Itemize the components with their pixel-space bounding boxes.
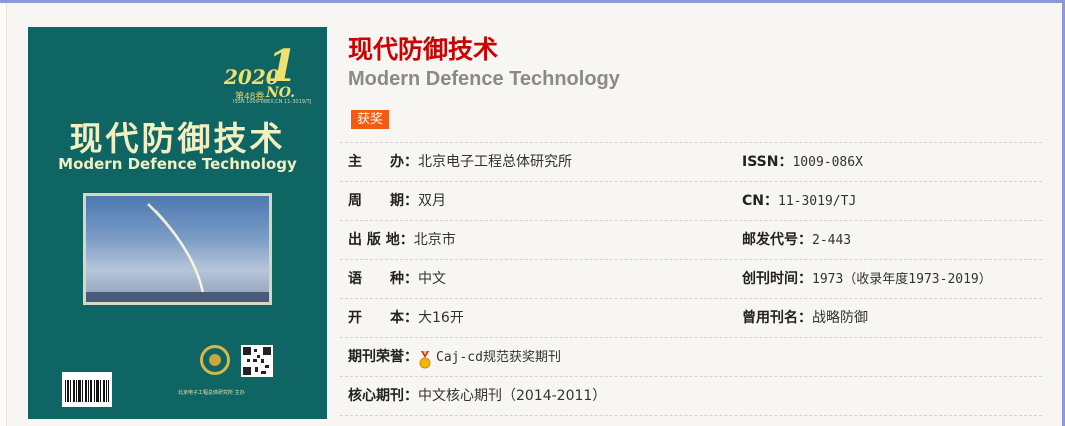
format-value: 大16开: [418, 310, 464, 326]
place-label: 出 版 地：: [348, 232, 414, 248]
info-row-honor: 期刊荣誉： Caj-cd规范获奖期刊: [340, 337, 1042, 376]
cover-qr-code-icon: [241, 345, 273, 377]
core-journal-label: 核心期刊：: [348, 388, 418, 404]
cover-rocket-photo: [83, 193, 272, 305]
postal-code-label: 邮发代号：: [742, 232, 812, 248]
info-row-sponsor: 主 办：北京电子工程总体研究所 ISSN：1009-086X: [340, 142, 1042, 181]
issn-value: 1009-086X: [792, 155, 863, 170]
cover-title-en: Modern Defence Technology: [58, 155, 297, 173]
journal-cover-image[interactable]: 1 2020 第48卷 NO. ISSN 1009-086X,CN 11-301…: [28, 27, 327, 419]
postal-code-value: 2-443: [812, 233, 852, 248]
former-name-label: 曾用刊名：: [742, 310, 812, 326]
cover-issn-line: ISSN 1009-086X,CN 11-3019/TJ: [233, 99, 312, 105]
journal-title[interactable]: 现代防御技术: [348, 30, 498, 66]
info-row-core: 核心期刊：中文核心期刊（2014-2011）: [340, 376, 1042, 416]
language-label: 语 种：: [348, 271, 418, 287]
info-row-language: 语 种：中文 创刊时间：1973（收录年度1973-2019）: [340, 259, 1042, 298]
cn-label: CN：: [742, 193, 778, 209]
sponsor-label: 主 办：: [348, 154, 418, 170]
honor-label: 期刊荣誉：: [348, 349, 418, 365]
founded-value: 1973（收录年度1973-2019）: [812, 272, 992, 287]
info-row-period: 周 期：双月 CN：11-3019/TJ: [340, 181, 1042, 220]
cn-value: 11-3019/TJ: [778, 194, 857, 209]
journal-info-table: 主 办：北京电子工程总体研究所 ISSN：1009-086X 周 期：双月 CN…: [340, 142, 1042, 416]
cover-seal-icon: [200, 345, 230, 375]
place-value: 北京市: [413, 232, 456, 248]
cover-title-cn: 现代防御技术: [69, 119, 286, 158]
founded-label: 创刊时间：: [742, 271, 812, 287]
former-name-value: 战略防御: [812, 310, 868, 326]
language-value: 中文: [418, 271, 446, 287]
format-label: 开 本：: [348, 310, 418, 326]
info-row-format: 开 本：大16开 曾用刊名：战略防御: [340, 298, 1042, 337]
info-row-place: 出 版 地：北京市 邮发代号：2-443: [340, 220, 1042, 259]
journal-english-title: Modern Defence Technology: [348, 68, 620, 90]
award-badge[interactable]: 获奖: [351, 110, 390, 129]
period-label: 周 期：: [348, 193, 418, 209]
honor-value: Caj-cd规范获奖期刊: [436, 350, 561, 365]
medal-icon: [418, 346, 432, 369]
cover-barcode-icon: [62, 372, 112, 407]
core-journal-value: 中文核心期刊（2014-2011）: [418, 388, 607, 404]
cover-publisher: 北京电子工程总体研究所 主办: [178, 390, 245, 396]
issn-label: ISSN：: [742, 154, 793, 170]
period-value: 双月: [418, 193, 446, 209]
sponsor-value: 北京电子工程总体研究所: [418, 154, 572, 170]
